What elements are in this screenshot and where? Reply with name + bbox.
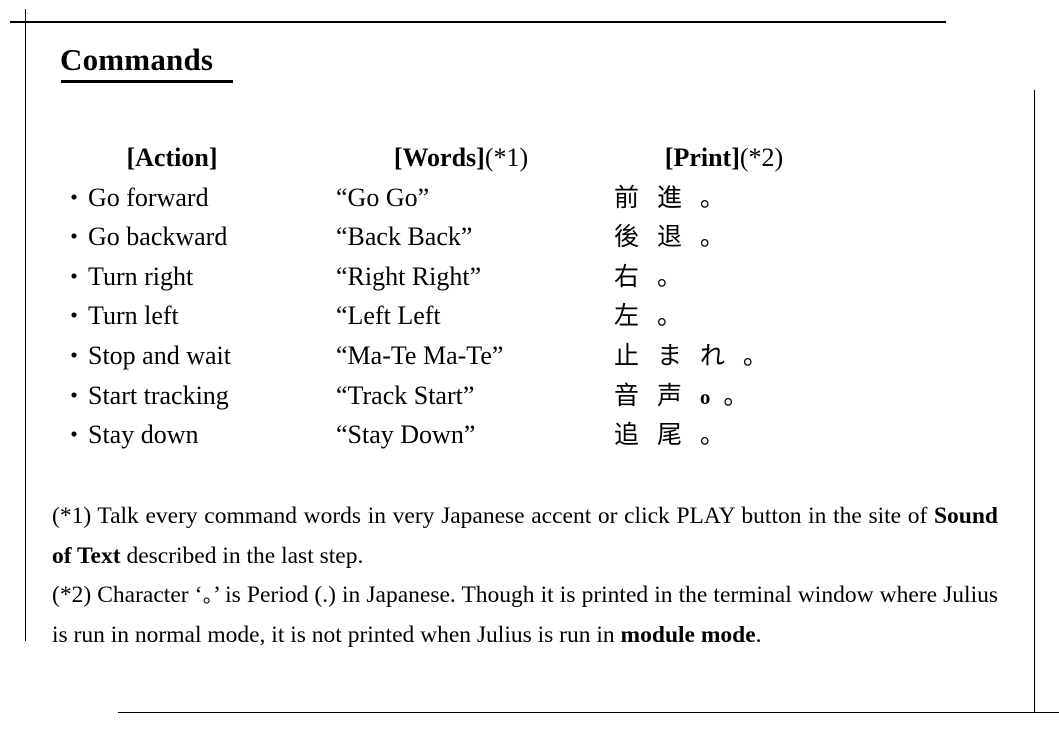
footnote-2-jp-period: 。: [202, 583, 213, 607]
cell-print: 音 声 o 。: [614, 381, 914, 412]
cell-action-label: Start tracking: [88, 380, 229, 410]
frame-rule-bottom: [118, 712, 1059, 713]
bullet-icon: ・: [62, 343, 86, 370]
cell-print: 前 進 。: [614, 183, 914, 214]
footnote-1: (*1) Talk every command words in very Ja…: [52, 497, 998, 576]
cell-action: ・Start tracking: [62, 381, 342, 412]
cell-action-label: Stop and wait: [88, 340, 231, 370]
page-title-underline: [61, 80, 233, 83]
footnote-2-bold: module mode: [620, 621, 756, 648]
cell-action-label: Go forward: [88, 182, 209, 212]
footnote-1-tail: described in the last step.: [120, 542, 364, 569]
column-header-action-label: [Action]: [126, 143, 218, 172]
cell-print-jp: 止 ま れ 。: [614, 340, 773, 370]
column-header-print: [Print](*2): [614, 143, 834, 173]
cell-action-label: Turn left: [88, 301, 179, 331]
bullet-icon: ・: [62, 264, 86, 291]
cell-print: 追 尾 。: [614, 420, 914, 451]
cell-words: “Track Start”: [336, 380, 475, 410]
column-header-print-label: [Print]: [664, 143, 740, 172]
table-row: ・Stay down “Stay Down” 追 尾 。: [0, 420, 1059, 460]
cell-words: “Left Left: [336, 301, 441, 331]
cell-print: 後 退 。: [614, 222, 914, 253]
bullet-icon: ・: [62, 225, 86, 252]
column-header-action: [Action]: [62, 143, 282, 173]
cell-action-label: Turn right: [88, 261, 194, 291]
cell-action: ・Go forward: [62, 183, 342, 214]
cell-print-latin: o: [699, 384, 711, 409]
cell-words: “Stay Down”: [336, 420, 476, 450]
column-header-print-note: (*2): [739, 143, 784, 172]
table-row: ・Turn right “Right Right” 右 。: [0, 262, 1059, 302]
commands-table: [Action] [Words](*1) [Print](*2) ・Go for…: [0, 143, 1059, 460]
bullet-icon: ・: [62, 423, 86, 450]
footnote-2-tail: .: [755, 621, 762, 648]
cell-action: ・Stay down: [62, 420, 342, 451]
cell-words: “Right Right”: [336, 261, 482, 291]
footnote-2: (*2) Character ‘。’ is Period (.) in Japa…: [52, 576, 998, 655]
cell-action: ・Turn right: [62, 262, 342, 293]
cell-words: “Back Back”: [336, 222, 473, 252]
footnote-1-lead: (*1) Talk every command words in very Ja…: [52, 503, 934, 529]
bullet-icon: ・: [62, 304, 86, 331]
table-row: ・Turn left “Left Left 左 。: [0, 301, 1059, 341]
cell-action-label: Go backward: [88, 222, 228, 252]
table-row: ・Start tracking “Track Start” 音 声 o 。: [0, 381, 1059, 421]
cell-print-tail: 。: [710, 380, 754, 410]
column-header-words-label: [Words]: [393, 143, 485, 172]
footnote-2-lead: (*2) Character ‘: [52, 582, 203, 608]
cell-print-jp: 追 尾 。: [614, 420, 730, 450]
cell-action: ・Stop and wait: [62, 341, 342, 372]
frame-rule-top: [10, 21, 946, 23]
column-header-words-note: (*1): [484, 143, 529, 172]
cell-words: “Go Go”: [336, 182, 430, 212]
bullet-icon: ・: [62, 185, 86, 212]
footnotes: (*1) Talk every command words in very Ja…: [52, 497, 998, 655]
cell-action-label: Stay down: [88, 420, 199, 450]
bullet-icon: ・: [62, 383, 86, 410]
cell-print: 右 。: [614, 262, 914, 293]
cell-action: ・Turn left: [62, 301, 342, 332]
cell-print: 止 ま れ 。: [614, 341, 914, 372]
cell-print-jp: 右 。: [614, 261, 687, 291]
table-row: ・Go forward “Go Go” 前 進 。: [0, 183, 1059, 223]
table-row: ・Go backward “Back Back” 後 退 。: [0, 222, 1059, 262]
document-page: Commands [Action] [Words](*1) [Print](*2…: [0, 0, 1059, 736]
table-row: ・Stop and wait “Ma-Te Ma-Te” 止 ま れ 。: [0, 341, 1059, 381]
cell-print-jp: 後 退 。: [614, 222, 730, 252]
cell-action: ・Go backward: [62, 222, 342, 253]
page-title: Commands: [60, 42, 214, 77]
column-header-words: [Words](*1): [336, 143, 586, 173]
table-header-row: [Action] [Words](*1) [Print](*2): [0, 143, 1059, 183]
cell-print-jp: 左 。: [614, 301, 687, 331]
cell-print-jp: 音 声: [614, 380, 700, 410]
cell-words: “Ma-Te Ma-Te”: [336, 340, 504, 370]
cell-print: 左 。: [614, 301, 914, 332]
cell-print-jp: 前 進 。: [614, 182, 730, 212]
